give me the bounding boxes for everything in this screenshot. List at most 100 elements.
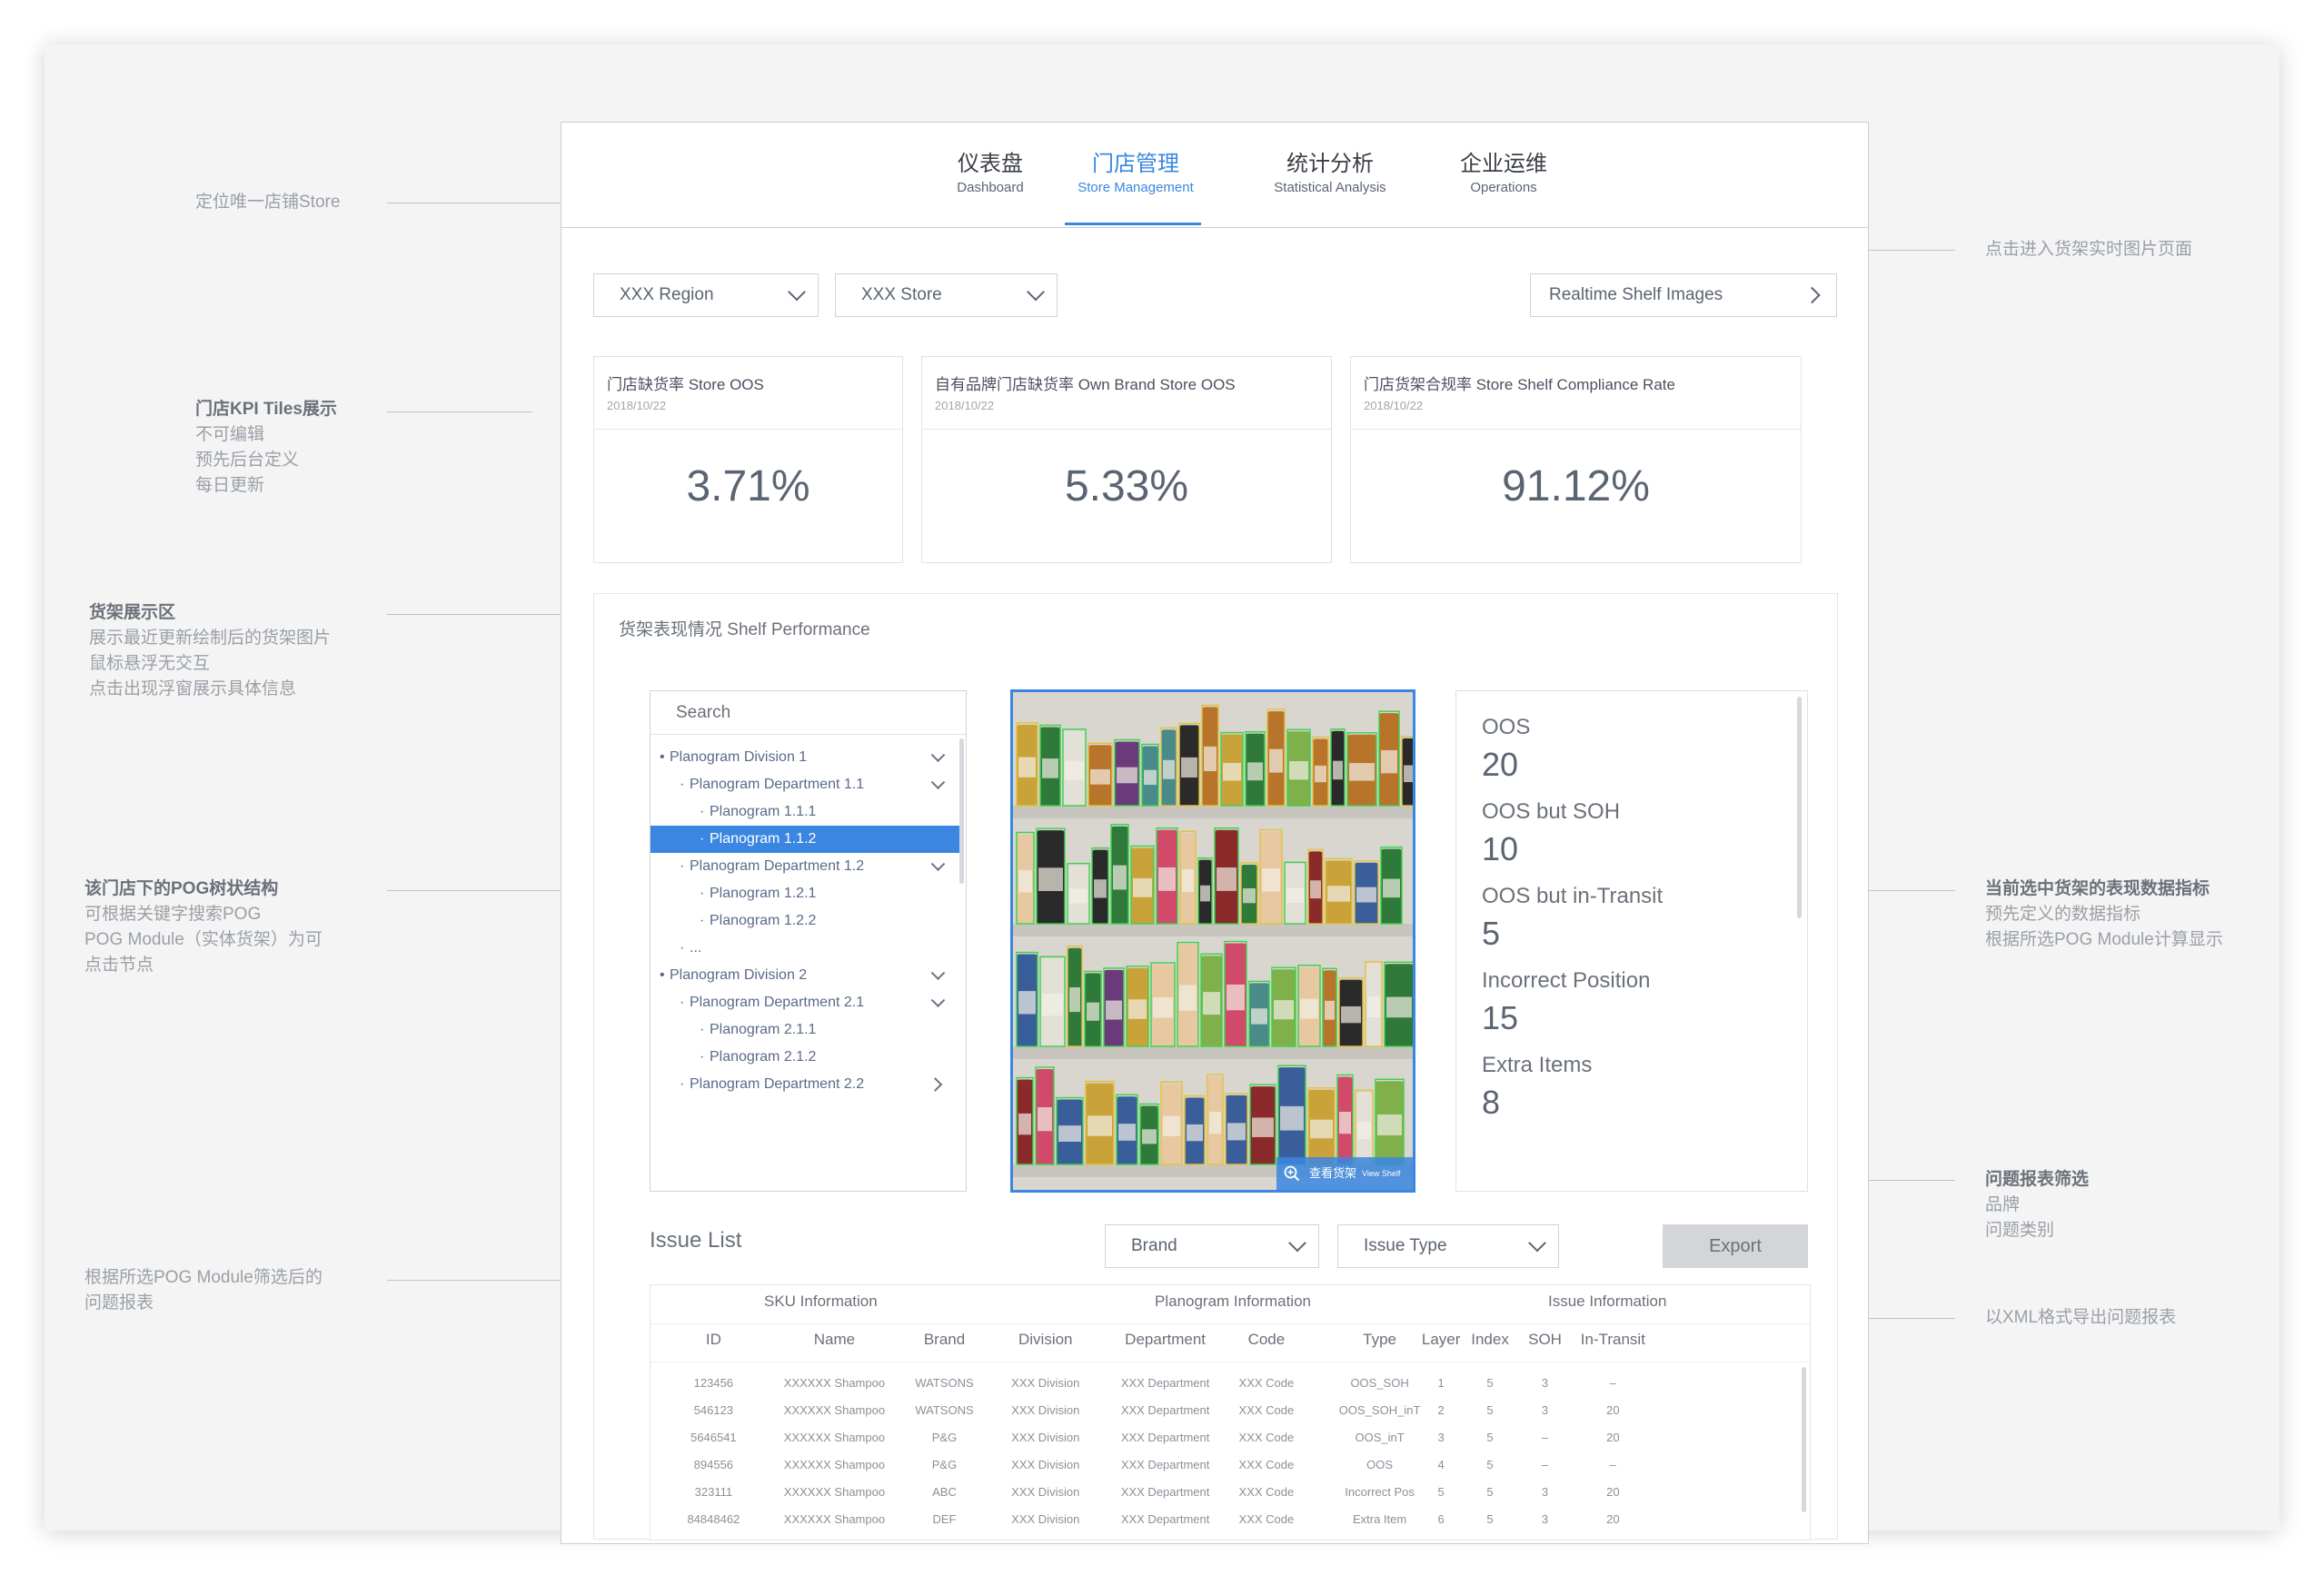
kpi-value: 5.33% — [1064, 462, 1189, 510]
tree-node[interactable]: · Planogram 2.1.1 — [651, 1016, 959, 1044]
table-cell: 3 — [1541, 1485, 1549, 1499]
table-cell: 5 — [1437, 1485, 1445, 1499]
search-input[interactable]: Search — [651, 691, 966, 735]
table-cell: XXX Code — [1238, 1485, 1295, 1499]
annotation-tree: 该门店下的POG树状结构 可根据关键字搜索POG POG Module（实体货架… — [84, 877, 323, 978]
annotation-store-locate: 定位唯一店铺Store — [195, 190, 340, 215]
table-cell: XXXXXX Shampoo — [783, 1512, 886, 1526]
table-cell: 3 — [1437, 1431, 1445, 1444]
scrollbar[interactable] — [1802, 1367, 1806, 1512]
annotation-shelf: 货架展示区 展示最近更新绘制后的货架图片 鼠标悬浮无交互 点击出现浮窗展示具体信… — [89, 600, 331, 702]
tree-node[interactable]: · Planogram 1.1.2 — [651, 826, 959, 853]
bullet-icon: · — [700, 831, 705, 847]
annotation-text: 以XML格式导出问题报表 — [1985, 1308, 2177, 1327]
connector-kpi — [387, 411, 532, 412]
column-header[interactable]: Brand — [912, 1331, 978, 1349]
table-cell: XXX Division — [1011, 1458, 1080, 1471]
table-cell: XXXXXX Shampoo — [783, 1376, 886, 1390]
metric-label: Incorrect Position — [1482, 968, 1651, 993]
connector-export-c — [1862, 1318, 1955, 1319]
annotation-issue: 根据所选POG Module筛选后的 问题报表 — [84, 1265, 323, 1316]
tree-node-label: ... — [690, 940, 702, 956]
kpi-tile-own-brand-oos: 自有品牌门店缺货率 Own Brand Store OOS 2018/10/22… — [921, 356, 1332, 563]
annotation-line: 每日更新 — [195, 476, 265, 495]
column-header[interactable]: Index — [1468, 1331, 1512, 1349]
scrollbar[interactable] — [959, 738, 964, 884]
column-header[interactable]: Type — [1326, 1331, 1435, 1349]
tree-node[interactable]: ·... — [651, 935, 959, 962]
table-cell: OOS_inT — [1355, 1431, 1405, 1444]
chevron-right-icon[interactable] — [928, 1077, 943, 1092]
annotation-realtime: 点击进入货架实时图片页面 — [1985, 237, 2192, 262]
export-button[interactable]: Export — [1663, 1224, 1808, 1268]
column-header[interactable]: Division — [996, 1331, 1096, 1349]
chevron-down-icon[interactable] — [930, 775, 946, 790]
annotation-text: 定位唯一店铺Store — [195, 193, 341, 212]
scrollbar[interactable] — [1797, 697, 1802, 918]
brand-filter[interactable]: Brand — [1105, 1224, 1319, 1268]
column-header[interactable]: Department — [1102, 1331, 1229, 1349]
metric-value: 10 — [1482, 830, 1519, 867]
kpi-separator — [594, 429, 902, 430]
table-cell: XXX Code — [1238, 1431, 1295, 1444]
table-cell: 20 — [1606, 1431, 1620, 1444]
column-header[interactable]: Code — [1225, 1331, 1308, 1349]
region-select[interactable]: XXX Region — [593, 273, 819, 317]
tab-label-cn: 仪表盘 — [958, 152, 1023, 176]
chevron-down-icon[interactable] — [930, 993, 946, 1008]
table-cell: 546123 — [693, 1403, 734, 1417]
bullet-icon: · — [680, 858, 685, 874]
table-cell: XXX Code — [1238, 1512, 1295, 1526]
shelf-metrics-panel: OOS 20 OOS but SOH 10 OOS but in-Transit… — [1455, 690, 1808, 1192]
tab-operations[interactable]: 企业运维 Operations — [1442, 150, 1565, 197]
tree-node[interactable]: · Planogram 1.1.1 — [651, 798, 959, 826]
chevron-down-icon[interactable] — [930, 748, 946, 763]
tab-store-management[interactable]: 门店管理 Store Management — [1061, 150, 1210, 197]
issue-list-title: Issue List — [650, 1228, 742, 1253]
tree-node[interactable]: • Planogram Division 1 — [651, 744, 959, 771]
tab-label-cn: 企业运维 — [1460, 152, 1547, 176]
tree-node[interactable]: · Planogram Department 1.1 — [651, 771, 959, 798]
shelf-image[interactable]: 查看货架 View Shelf — [1010, 689, 1415, 1193]
tree-node[interactable]: · Planogram Department 2.1 — [651, 989, 959, 1016]
tree-node[interactable]: · Planogram 1.2.1 — [651, 880, 959, 907]
table-cell: XXX Code — [1238, 1376, 1295, 1390]
issue-type-filter[interactable]: Issue Type — [1337, 1224, 1559, 1268]
bullet-icon: · — [700, 1049, 705, 1065]
tree-node[interactable]: · Planogram Department 1.2 — [651, 853, 959, 880]
tab-label-cn: 门店管理 — [1092, 152, 1179, 176]
column-header[interactable]: SOH — [1525, 1331, 1566, 1349]
tab-label-en: Dashboard — [957, 180, 1024, 195]
column-header[interactable]: Layer — [1420, 1331, 1462, 1349]
view-shelf-button[interactable]: 查看货架 View Shelf — [1276, 1157, 1413, 1190]
tab-statistical-analysis[interactable]: 统计分析 Statistical Analysis — [1253, 150, 1407, 197]
metric-label: OOS but in-Transit — [1482, 884, 1664, 908]
annotation-filter: 问题报表筛选 品牌 问题类别 — [1985, 1167, 2089, 1243]
chevron-down-icon[interactable] — [930, 857, 946, 872]
annotation-metrics: 当前选中货架的表现数据指标 预先定义的数据指标 根据所选POG Module计算… — [1985, 877, 2223, 953]
table-cell: 123456 — [693, 1376, 734, 1390]
chevron-down-icon[interactable] — [930, 966, 946, 981]
tree-node[interactable]: · Planogram Department 2.2 — [651, 1071, 959, 1098]
annotation-line: 可根据关键字搜索POG — [84, 905, 262, 924]
kpi-value: 3.71% — [686, 462, 810, 510]
table-cell: 3 — [1541, 1512, 1549, 1526]
kpi-tile-shelf-compliance: 门店货架合规率 Store Shelf Compliance Rate 2018… — [1350, 356, 1802, 563]
tab-dashboard[interactable]: 仪表盘 Dashboard — [929, 150, 1052, 197]
realtime-shelf-images-button[interactable]: Realtime Shelf Images — [1530, 273, 1837, 317]
table-cell: 5646541 — [690, 1431, 737, 1444]
column-header[interactable]: ID — [668, 1331, 759, 1349]
header-divider — [651, 1323, 1810, 1324]
table-cell: XXX Division — [1011, 1376, 1080, 1390]
store-select[interactable]: XXX Store — [835, 273, 1058, 317]
tree-node[interactable]: · Planogram 1.2.2 — [651, 907, 959, 935]
tree-node[interactable]: • Planogram Division 2 — [651, 962, 959, 989]
table-cell: XXXXXX Shampoo — [783, 1458, 886, 1471]
table-cell: P&G — [931, 1431, 958, 1444]
column-header[interactable]: Name — [775, 1331, 893, 1349]
column-header[interactable]: In-Transit — [1576, 1331, 1649, 1349]
bullet-icon: · — [680, 995, 685, 1010]
tree-node[interactable]: · Planogram 2.1.2 — [651, 1044, 959, 1071]
annotation-heading: 该门店下的POG树状结构 — [84, 879, 279, 898]
kpi-title: 门店缺货率 Store OOS — [607, 376, 764, 393]
